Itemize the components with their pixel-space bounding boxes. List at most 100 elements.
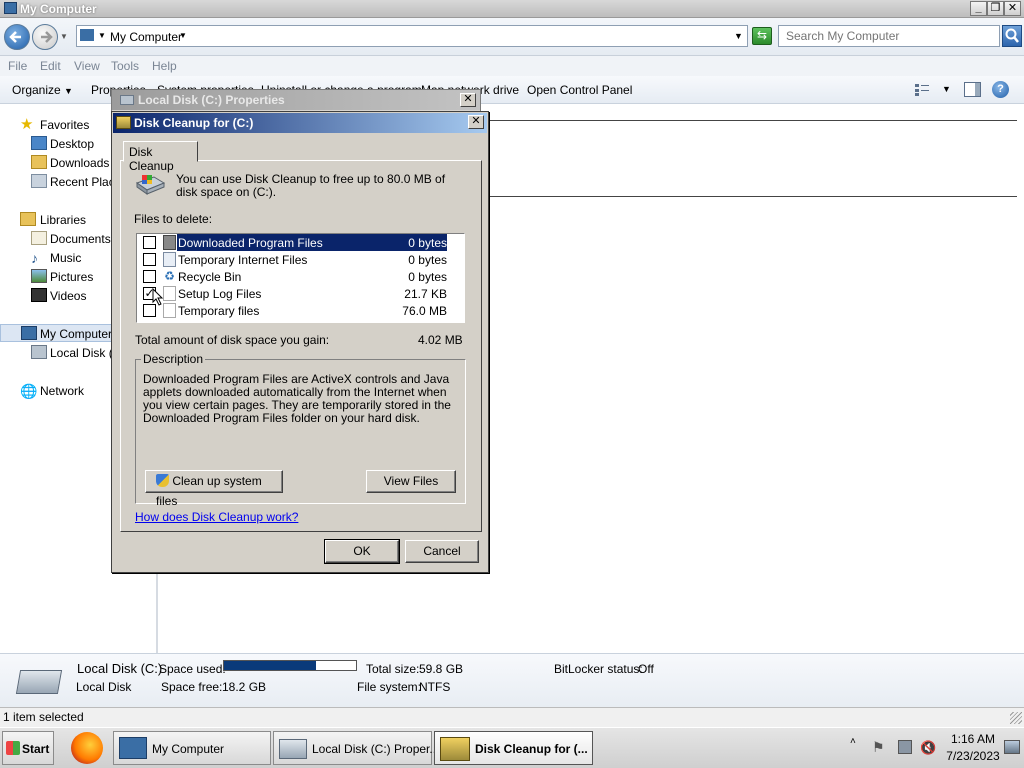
cleanup-close-button[interactable]: ✕ [468,115,484,129]
pictures-icon [31,269,47,283]
internet-files-icon [163,252,176,267]
total-size-label: Total size: [366,662,420,676]
action-center-flag-icon[interactable]: ⚑ [872,739,885,756]
address-bar[interactable]: ▼ My Computer ▼ ▼ [76,25,748,47]
status-bar: 1 item selected [0,707,1024,727]
tray-clock[interactable]: 1:16 AM 7/23/2023 [944,732,1002,763]
recent-pages-dropdown[interactable]: ▼ [60,32,68,41]
firefox-icon[interactable] [71,732,103,764]
bitlocker-value: Off [638,662,654,676]
start-button[interactable]: Start [2,731,54,765]
search-button[interactable] [1002,25,1022,47]
nav-label: Libraries [40,213,87,227]
clean-up-system-files-button[interactable]: Clean up system files [145,470,283,508]
how-disk-cleanup-works-link[interactable]: How does Disk Cleanup work? [135,510,298,524]
network-icon: 🌐 [20,383,38,399]
address-text[interactable]: My Computer [110,30,182,44]
computer-icon [119,737,147,759]
taskbar-item-my-computer[interactable]: My Computer [113,731,271,765]
window-title-bar[interactable]: My Computer _ ❐ ✕ [0,0,1024,18]
menu-tools[interactable]: Tools [111,59,139,73]
search-icon [1005,28,1019,43]
organize-button[interactable]: Organize ▼ [12,83,73,97]
videos-icon [31,288,47,302]
libraries-icon [20,212,36,226]
resize-grip-icon[interactable] [1010,712,1022,724]
ok-button[interactable]: OK [324,539,400,564]
bitlocker-label: BitLocker status: [554,662,643,676]
taskbar-item-disk-cleanup[interactable]: Disk Cleanup for (... [434,731,593,765]
checkbox[interactable] [143,270,156,283]
menu-file[interactable]: File [8,59,27,73]
show-hidden-icons-icon[interactable]: ˄ [850,736,856,747]
windows-logo-icon [6,741,20,755]
back-button[interactable] [4,24,30,50]
taskbar-item-properties[interactable]: Local Disk (C:) Proper... [273,731,439,765]
help-icon[interactable]: ? [992,81,1009,98]
disk-cleanup-icon [116,116,131,129]
address-dropdown-icon[interactable]: ▼ [734,31,743,41]
file-category-size: 0 bytes [408,270,447,284]
checkbox[interactable] [143,236,156,249]
list-item[interactable]: ♻ Recycle Bin 0 bytes [137,268,447,285]
back-arrow-icon [9,31,21,43]
menu-edit[interactable]: Edit [40,59,61,73]
files-to-delete-list[interactable]: Downloaded Program Files 0 bytes Tempora… [136,233,465,323]
view-dropdown-icon[interactable]: ▼ [942,84,951,94]
menu-help[interactable]: Help [152,59,177,73]
properties-close-button[interactable]: ✕ [460,93,476,107]
disk-cleanup-dialog[interactable]: Disk Cleanup for (C:) ✕ Disk Cleanup You… [111,111,489,573]
forward-button[interactable] [32,24,58,50]
description-text: Downloaded Program Files are ActiveX con… [143,372,451,425]
nav-label: Network [40,384,85,398]
music-icon: ♪ [31,250,38,266]
nav-label: Favorites [40,118,90,132]
nav-label: Music [50,251,82,265]
nav-label: Desktop [50,137,95,151]
cleanup-intro-text: You can use Disk Cleanup to free up to 8… [176,172,446,199]
file-system-label: File system: [357,680,422,694]
tab-disk-cleanup[interactable]: Disk Cleanup [123,141,198,173]
cancel-button[interactable]: Cancel [405,540,479,563]
space-used-bar [223,660,357,671]
refresh-button[interactable]: ⇆ [752,27,772,45]
group-divider [480,196,1017,197]
desktop-icon [31,136,47,150]
program-files-icon [163,235,176,250]
restore-button[interactable]: ❐ [987,1,1004,16]
show-desktop-icon[interactable] [1004,740,1020,754]
total-gain-label: Total amount of disk space you gain: [135,333,330,347]
file-system-value: NTFS [419,680,451,694]
list-item[interactable]: Downloaded Program Files 0 bytes [137,234,447,251]
open-control-panel-button[interactable]: Open Control Panel [527,83,632,97]
properties-title: Local Disk (C:) Properties [138,93,285,107]
drive-icon [15,670,63,694]
file-category-size: 21.7 KB [404,287,447,301]
list-item[interactable]: ✓ Setup Log Files 21.7 KB [137,285,447,302]
breadcrumb-chevron-icon[interactable]: ▼ [98,31,106,40]
uac-shield-icon [156,474,169,487]
cleanup-title-bar[interactable]: Disk Cleanup for (C:) ✕ [113,113,487,133]
file-category-size: 0 bytes [408,236,447,250]
checkbox[interactable] [143,253,156,266]
minimize-button[interactable]: _ [970,1,987,16]
menu-view[interactable]: View [74,59,100,73]
view-files-button[interactable]: View Files [366,470,456,493]
network-tray-icon[interactable] [898,740,912,754]
volume-muted-icon[interactable]: 🔇 [920,740,936,756]
close-button[interactable]: ✕ [1004,1,1021,16]
list-item[interactable]: Temporary files 76.0 MB [137,302,447,319]
details-drive-type: Local Disk [76,680,132,694]
forward-arrow-icon [41,31,53,43]
cleanup-title: Disk Cleanup for (C:) [134,116,254,130]
clock-time: 1:16 AM [950,732,996,746]
properties-title-bar[interactable]: Local Disk (C:) Properties ✕ [112,90,480,110]
list-item[interactable]: Temporary Internet Files 0 bytes [137,251,447,268]
search-input[interactable] [778,25,1000,47]
view-options-icon[interactable] [914,82,930,97]
description-label: Description [141,352,206,366]
preview-pane-icon[interactable] [964,82,981,97]
group-divider [480,120,1017,121]
breadcrumb-chevron-icon[interactable]: ▼ [179,31,187,40]
details-pane: Local Disk (C:) Local Disk Space used: S… [0,653,1024,707]
